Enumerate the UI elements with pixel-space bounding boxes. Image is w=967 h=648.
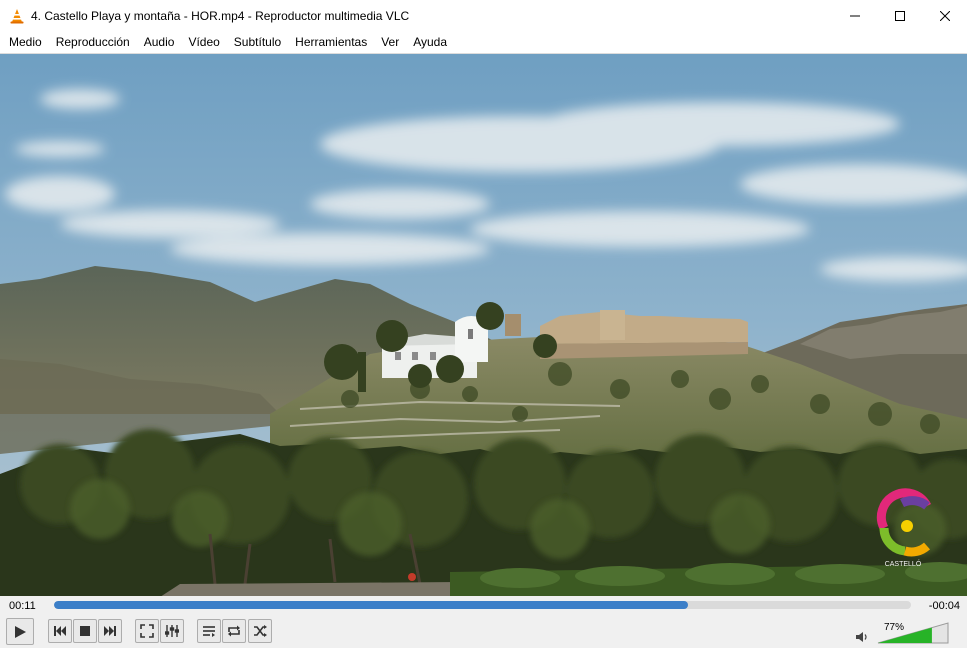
next-icon — [104, 626, 116, 636]
maximize-button[interactable] — [877, 0, 922, 32]
controls-bar — [0, 616, 967, 648]
title-bar: 4. Castello Playa y montaña - HOR.mp4 - … — [0, 0, 967, 32]
seek-bar-progress — [54, 601, 689, 609]
previous-icon — [54, 626, 66, 636]
window-title: 4. Castello Playa y montaña - HOR.mp4 - … — [31, 9, 410, 23]
menu-herramientas[interactable]: Herramientas — [288, 32, 374, 53]
video-frame[interactable]: CASTELLÓ — [0, 53, 967, 596]
play-icon — [15, 625, 26, 638]
loop-icon — [228, 625, 240, 637]
stop-icon — [80, 626, 90, 636]
shuffle-icon — [254, 625, 267, 637]
menu-video[interactable]: Vídeo — [181, 32, 226, 53]
playlist-icon — [203, 626, 215, 637]
minimize-button[interactable] — [832, 0, 877, 32]
fullscreen-icon — [140, 624, 154, 638]
previous-button[interactable] — [48, 619, 72, 643]
vlc-cone-icon — [9, 8, 25, 24]
next-button[interactable] — [98, 619, 122, 643]
playlist-button[interactable] — [197, 619, 221, 643]
remaining-time[interactable]: -00:04 — [929, 600, 960, 612]
mute-button[interactable] — [855, 631, 869, 646]
extended-settings-button[interactable] — [160, 619, 184, 643]
play-button[interactable] — [6, 618, 34, 645]
menu-subtitulo[interactable]: Subtítulo — [227, 32, 288, 53]
fullscreen-button[interactable] — [135, 619, 159, 643]
shuffle-button[interactable] — [248, 619, 272, 643]
stop-button[interactable] — [73, 619, 97, 643]
speaker-icon — [856, 632, 867, 642]
video-scene: CASTELLÓ — [0, 54, 967, 596]
logo-caption: CASTELLÓ — [885, 559, 922, 568]
close-button[interactable] — [922, 0, 967, 32]
menu-reproduccion[interactable]: Reproducción — [49, 32, 137, 53]
seek-bar[interactable] — [54, 601, 911, 609]
seek-row: 00:11 -00:04 — [0, 596, 967, 616]
elapsed-time: 00:11 — [9, 600, 36, 612]
menu-ver[interactable]: Ver — [374, 32, 406, 53]
menu-medio[interactable]: Medio — [2, 32, 49, 53]
loop-button[interactable] — [222, 619, 246, 643]
volume-percentage: 77% — [884, 622, 905, 633]
menu-bar: Medio Reproducción Audio Vídeo Subtítulo… — [0, 32, 967, 53]
extended-settings-icon — [165, 625, 179, 637]
menu-ayuda[interactable]: Ayuda — [406, 32, 454, 53]
menu-audio[interactable]: Audio — [137, 32, 182, 53]
